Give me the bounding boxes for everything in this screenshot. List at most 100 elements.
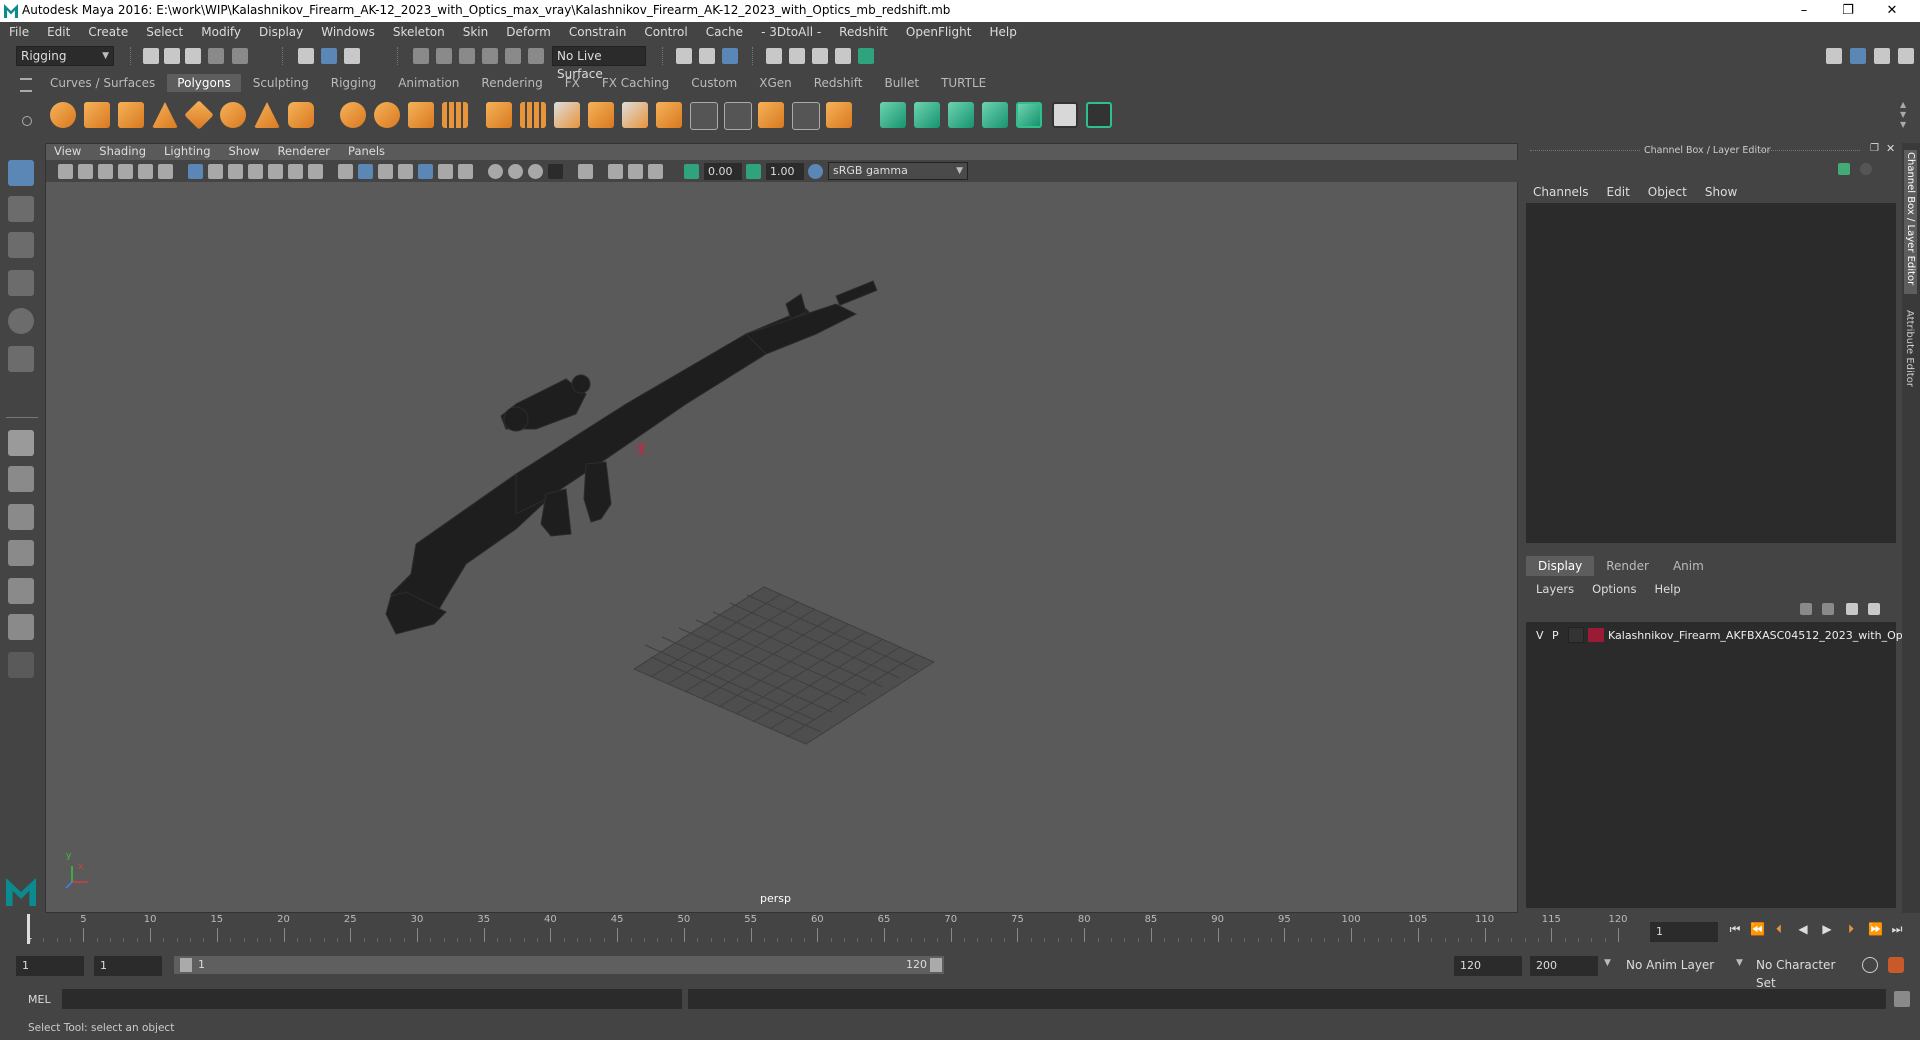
menu-control[interactable]: Control (644, 25, 687, 39)
grease-pencil-icon[interactable] (158, 164, 173, 179)
live-surface-field[interactable]: No Live Surface (552, 46, 646, 81)
single-pane-layout-icon[interactable] (8, 430, 34, 456)
minimize-button[interactable]: – (1782, 0, 1826, 22)
image-plane-icon[interactable] (118, 164, 133, 179)
bevel-icon[interactable] (486, 102, 512, 128)
move-layer-down-icon[interactable] (1822, 603, 1834, 615)
select-component-icon[interactable] (344, 48, 360, 64)
xray-joints-icon[interactable] (608, 164, 623, 179)
shelf-tab-rendering[interactable]: Rendering (471, 74, 552, 92)
side-tab-channel-box[interactable]: Channel Box / Layer Editor (1904, 150, 1917, 294)
layer-visibility-toggle[interactable]: V (1536, 629, 1550, 642)
depth-of-field-icon[interactable] (548, 164, 563, 179)
shelf-tab-custom[interactable]: Custom (681, 74, 747, 92)
move-tool-icon[interactable] (8, 270, 34, 296)
go-to-start-icon[interactable]: ⏮ (1728, 922, 1742, 936)
play-backwards-icon[interactable]: ◀ (1796, 922, 1810, 936)
command-input[interactable] (62, 989, 682, 1009)
shelf-tab-xgen[interactable]: XGen (749, 74, 802, 92)
menu-constrain[interactable]: Constrain (569, 25, 627, 39)
range-slider[interactable] (174, 956, 944, 974)
poly-cylinder-icon[interactable] (118, 102, 144, 128)
menu-help[interactable]: Help (989, 25, 1016, 39)
vp-menu-panels[interactable]: Panels (348, 144, 385, 158)
select-tool-icon[interactable] (8, 160, 34, 186)
select-object-icon[interactable] (321, 48, 337, 64)
camera-attributes-icon[interactable] (78, 164, 93, 179)
uv-checker-icon[interactable] (1052, 102, 1078, 128)
menu-skeleton[interactable]: Skeleton (393, 25, 445, 39)
gamma-field[interactable]: 1.00 (766, 163, 804, 180)
poly-plane-icon[interactable] (184, 100, 214, 130)
modeling-toolkit-icon[interactable] (1826, 48, 1842, 64)
film-gate-icon[interactable] (208, 164, 223, 179)
two-pane-stacked-layout-icon[interactable] (8, 540, 34, 566)
chevron-down-icon[interactable]: ▼ (1736, 958, 1743, 968)
safe-title-icon[interactable] (308, 164, 323, 179)
script-editor-icon[interactable] (1894, 991, 1910, 1007)
anim-layer-dropdown[interactable]: No Anim Layer (1622, 956, 1748, 976)
color-space-dropdown[interactable]: sRGB gamma ▼ (828, 162, 968, 180)
isolate-select-icon[interactable] (578, 164, 593, 179)
vp-menu-shading[interactable]: Shading (99, 144, 146, 158)
output-ops-icon[interactable] (699, 48, 715, 64)
menu-openflight[interactable]: OpenFlight (906, 25, 972, 39)
offset-edge-loop-icon[interactable] (724, 102, 752, 130)
character-set-dropdown[interactable]: No Character Set (1752, 956, 1858, 990)
go-to-end-icon[interactable]: ⏭ (1890, 922, 1904, 936)
poly-cone-icon[interactable] (152, 102, 178, 128)
layer-row[interactable]: V P Kalashnikov_Firearm_AKFBXASC04512_20… (1526, 626, 1920, 644)
range-start-handle[interactable] (180, 958, 192, 972)
step-back-key-icon[interactable]: ⏴ (1772, 922, 1786, 936)
options-menu[interactable]: Options (1592, 582, 1636, 596)
channel-list-area[interactable] (1526, 203, 1896, 543)
wireframe-icon[interactable] (338, 164, 353, 179)
smooth-icon[interactable] (442, 102, 468, 128)
shelf-tab-bullet[interactable]: Bullet (874, 74, 929, 92)
viewport-scene[interactable] (46, 144, 1517, 912)
menu-windows[interactable]: Windows (321, 25, 375, 39)
vp-menu-view[interactable]: View (54, 144, 81, 158)
lasso-tool-icon[interactable] (8, 196, 34, 222)
safe-action-icon[interactable] (288, 164, 303, 179)
menu-create[interactable]: Create (88, 25, 128, 39)
layer-type-toggle[interactable] (1568, 627, 1584, 643)
tab-render[interactable]: Render (1594, 556, 1661, 576)
menu-redshift[interactable]: Redshift (839, 25, 888, 39)
rotate-tool-icon[interactable] (8, 308, 34, 334)
shelf-tab-redshift[interactable]: Redshift (804, 74, 873, 92)
construction-history-icon[interactable] (722, 48, 738, 64)
exposure-field[interactable]: 0.00 (704, 163, 742, 180)
snap-surface-icon[interactable] (505, 48, 521, 64)
save-scene-icon[interactable] (185, 48, 201, 64)
shelf-tab-fx[interactable]: FX (555, 74, 590, 92)
quadrangulate-icon[interactable] (826, 102, 852, 128)
snap-grid-icon[interactable] (413, 48, 429, 64)
poly-torus-icon[interactable] (220, 102, 246, 128)
tab-anim[interactable]: Anim (1661, 556, 1716, 576)
outliner-layout-icon[interactable] (8, 578, 34, 604)
snap-curve-icon[interactable] (436, 48, 452, 64)
menu-edit[interactable]: Edit (47, 25, 70, 39)
poly-sphere-icon[interactable] (50, 102, 76, 128)
scale-tool-icon[interactable] (8, 346, 34, 372)
grid-toggle-icon[interactable] (188, 164, 203, 179)
shelf-tab-curves-surfaces[interactable]: Curves / Surfaces (40, 74, 165, 92)
playback-end-field[interactable]: 120 (1454, 956, 1522, 976)
graph-editor-layout-icon[interactable] (8, 614, 34, 640)
separate-icon[interactable] (374, 102, 400, 128)
undo-icon[interactable] (208, 48, 224, 64)
shelf-tab-rigging[interactable]: Rigging (321, 74, 386, 92)
input-ops-icon[interactable] (676, 48, 692, 64)
anti-aliasing-icon[interactable] (528, 164, 543, 179)
bridge-icon[interactable] (588, 102, 614, 128)
poly-pyramid-icon[interactable] (254, 102, 280, 128)
snap-point-icon[interactable] (459, 48, 475, 64)
gamma-icon[interactable] (746, 164, 761, 179)
manipulator-icon[interactable] (1838, 163, 1850, 175)
scene-start-field[interactable]: 1 (16, 956, 84, 976)
side-tab-attribute-editor[interactable]: Attribute Editor (1904, 310, 1915, 410)
fill-hole-icon[interactable] (656, 102, 682, 128)
play-forwards-icon[interactable]: ▶ (1820, 922, 1834, 936)
magnet-icon[interactable] (528, 48, 544, 64)
